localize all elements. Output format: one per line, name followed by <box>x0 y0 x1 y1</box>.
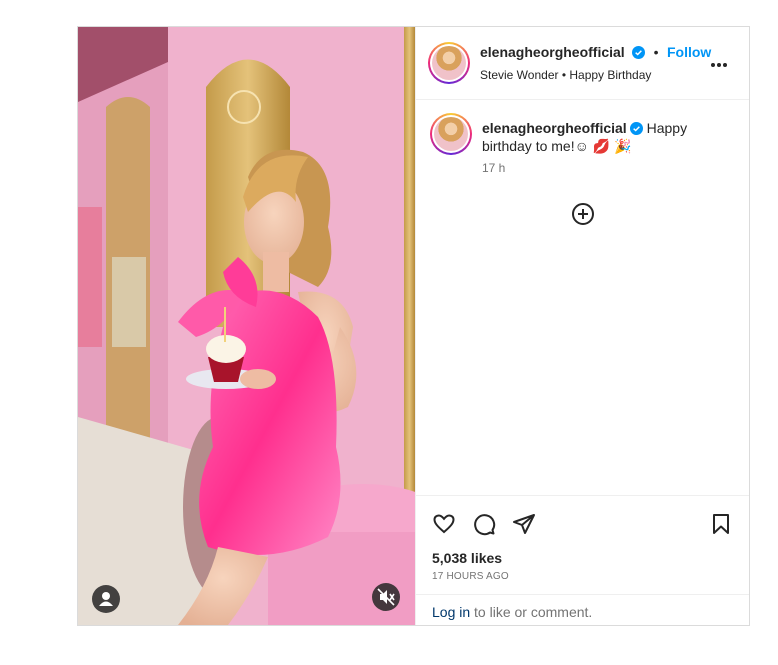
likes-count[interactable]: 5,038 likes <box>432 550 502 566</box>
bookmark-icon[interactable] <box>709 512 733 536</box>
post-time-ago: 17 HOURS AGO <box>432 571 509 582</box>
login-link[interactable]: Log in <box>432 604 470 620</box>
muted-speaker-icon <box>377 588 395 606</box>
caption-username[interactable]: elenagheorgheofficial <box>482 120 627 136</box>
follow-button[interactable]: Follow <box>667 44 711 60</box>
audio-track-link[interactable]: Stevie Wonder • Happy Birthday <box>480 68 651 82</box>
post-video[interactable] <box>78 27 415 625</box>
add-circle-icon[interactable] <box>571 202 595 226</box>
verified-badge-icon <box>629 122 643 135</box>
avatar-photo <box>434 117 468 151</box>
comment-icon[interactable] <box>472 512 496 536</box>
avatar[interactable] <box>428 42 470 84</box>
heart-icon[interactable] <box>432 512 456 536</box>
verified-badge-icon <box>632 46 646 59</box>
username-link[interactable]: elenagheorgheofficial <box>480 44 625 60</box>
user-tag-icon <box>99 592 113 606</box>
post-details-panel: elenagheorgheofficial • Follow Stevie Wo… <box>415 27 749 625</box>
caption-timestamp: 17 h <box>482 161 506 175</box>
tagged-users-button[interactable] <box>92 585 120 613</box>
caption-text: elenagheorgheofficial Happy birthday to … <box>482 119 732 155</box>
caption-avatar[interactable] <box>430 113 472 155</box>
mute-toggle-button[interactable] <box>372 583 400 611</box>
instagram-post: elenagheorgheofficial • Follow Stevie Wo… <box>77 26 750 626</box>
avatar-photo <box>432 46 466 80</box>
video-frame-illustration <box>78 27 415 625</box>
more-options-icon[interactable] <box>711 54 729 67</box>
login-prompt-text: to like or comment. <box>470 604 593 620</box>
share-icon[interactable] <box>512 512 536 536</box>
login-prompt: Log in to like or comment. <box>416 594 749 626</box>
header-separator: • <box>653 44 659 60</box>
post-header: elenagheorgheofficial • Follow Stevie Wo… <box>416 27 749 100</box>
action-bar <box>416 495 749 549</box>
